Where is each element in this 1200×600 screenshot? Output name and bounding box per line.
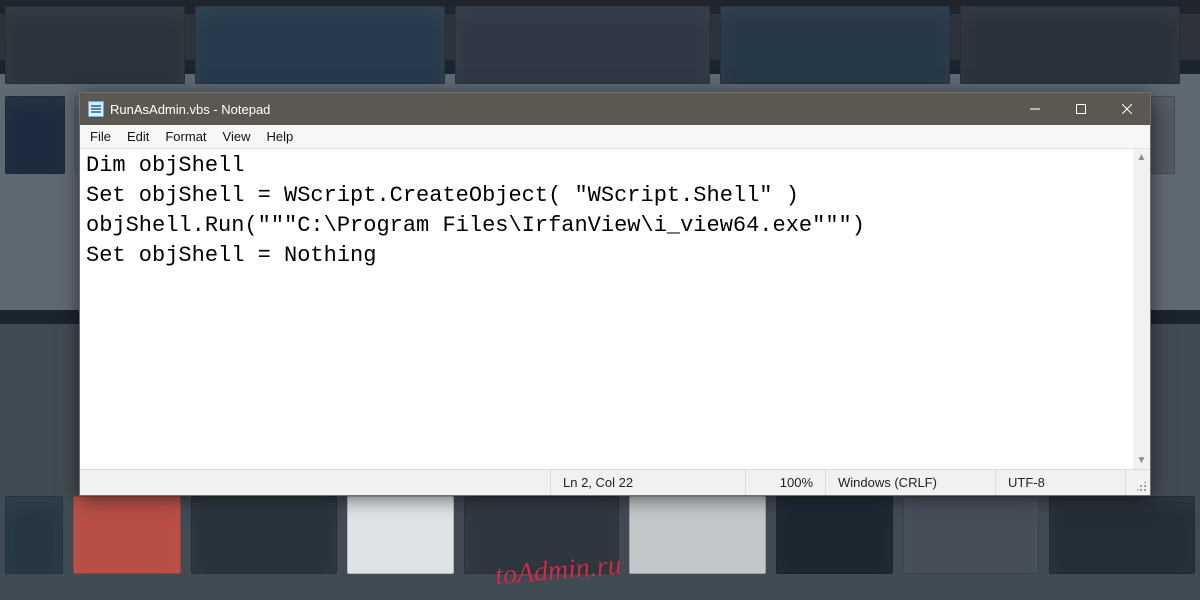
minimize-button[interactable]: [1012, 93, 1058, 125]
notepad-window: RunAsAdmin.vbs - Notepad File Edit Forma…: [79, 92, 1151, 496]
scroll-up-button[interactable]: ▲: [1133, 149, 1150, 166]
menu-edit[interactable]: Edit: [119, 127, 157, 146]
titlebar[interactable]: RunAsAdmin.vbs - Notepad: [80, 93, 1150, 125]
maximize-button[interactable]: [1058, 93, 1104, 125]
close-button[interactable]: [1104, 93, 1150, 125]
notepad-app-icon: [88, 101, 104, 117]
menu-format[interactable]: Format: [157, 127, 214, 146]
resize-grip[interactable]: [1125, 470, 1150, 495]
status-empty: [80, 470, 550, 495]
menu-view[interactable]: View: [215, 127, 259, 146]
status-zoom[interactable]: 100%: [745, 470, 825, 495]
menubar: File Edit Format View Help: [80, 125, 1150, 149]
status-line-ending: Windows (CRLF): [825, 470, 995, 495]
menu-help[interactable]: Help: [258, 127, 301, 146]
window-title: RunAsAdmin.vbs - Notepad: [110, 102, 270, 117]
status-encoding: UTF-8: [995, 470, 1125, 495]
statusbar: Ln 2, Col 22 100% Windows (CRLF) UTF-8: [80, 469, 1150, 495]
menu-file[interactable]: File: [82, 127, 119, 146]
editor-area: Dim objShell Set objShell = WScript.Crea…: [80, 149, 1150, 469]
text-editor[interactable]: Dim objShell Set objShell = WScript.Crea…: [80, 149, 1150, 469]
scroll-down-button[interactable]: ▼: [1133, 452, 1150, 469]
status-cursor-position: Ln 2, Col 22: [550, 470, 745, 495]
